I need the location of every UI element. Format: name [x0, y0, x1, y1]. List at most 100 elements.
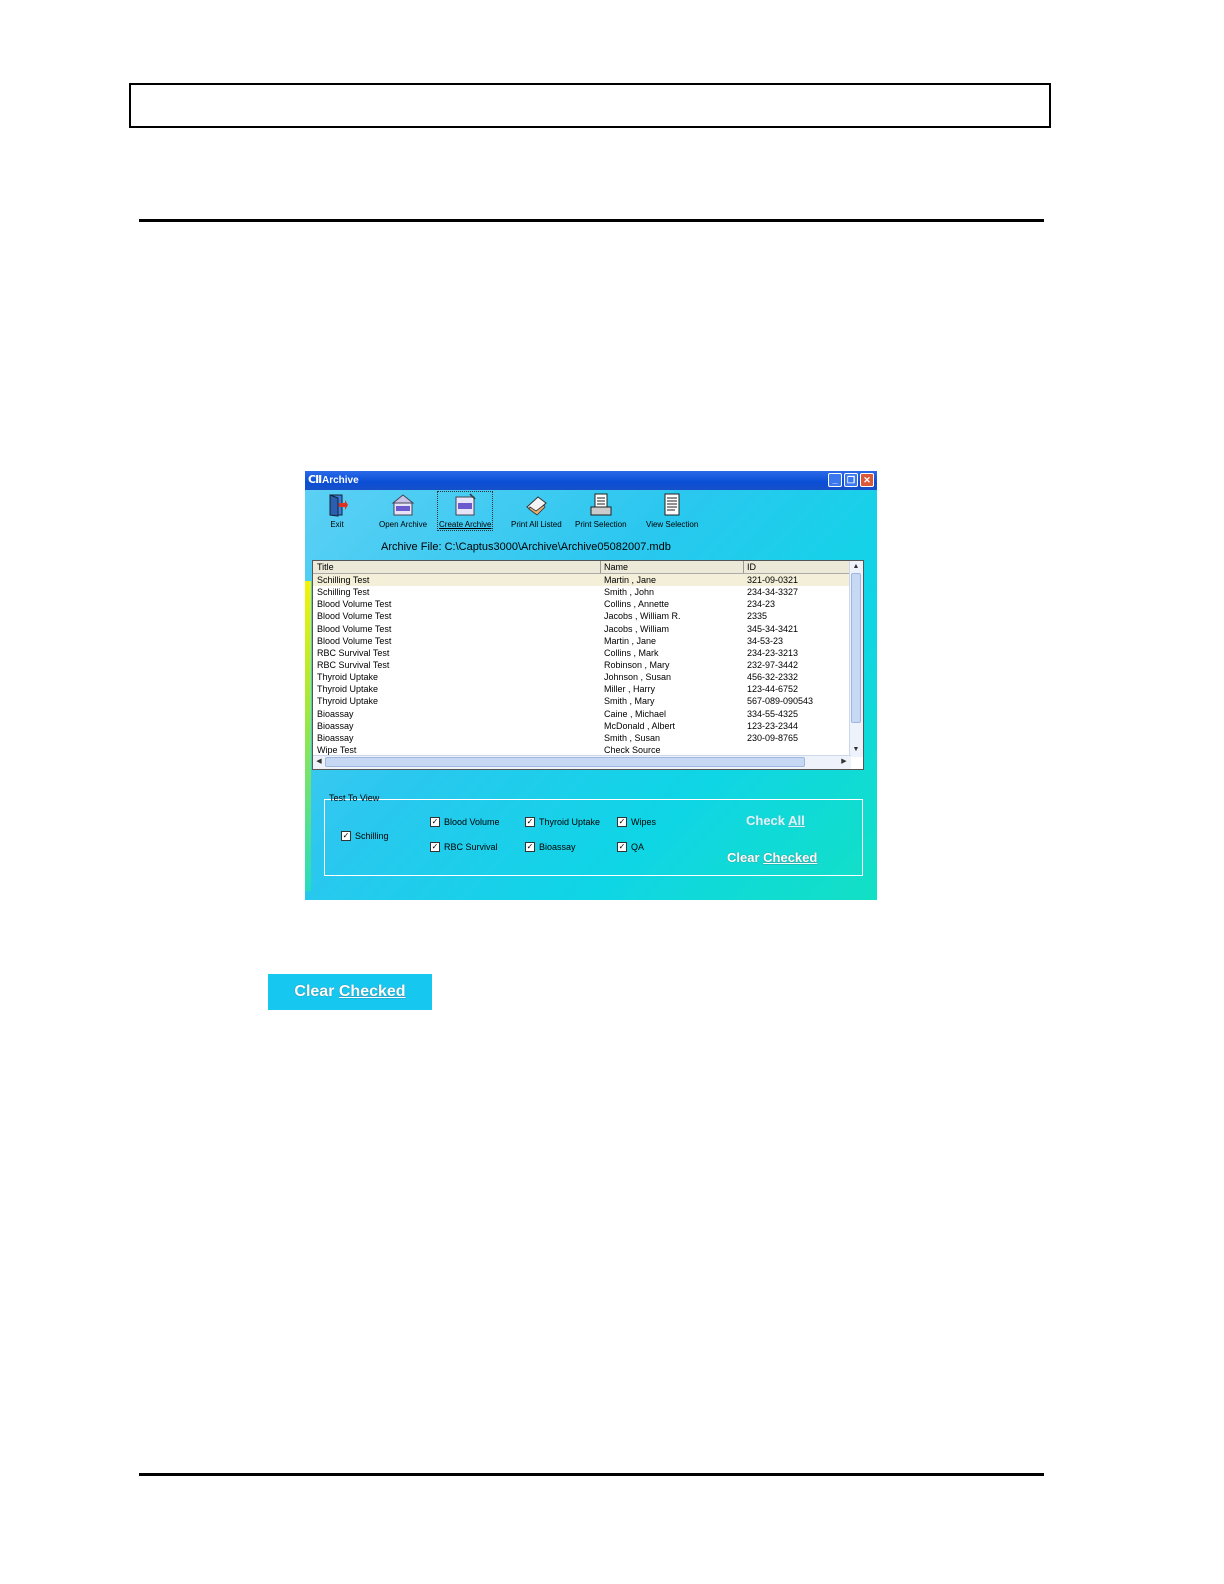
cell-title: Blood Volume Test	[317, 623, 392, 634]
cell-title: Thyroid Uptake	[317, 672, 379, 683]
check-all-label: Check	[746, 813, 789, 828]
cell-id: 345-34-3421	[747, 623, 799, 634]
table-row[interactable]: Bioassay Smith , Susan 230-09-8765	[313, 732, 851, 744]
open-archive-icon	[391, 494, 415, 516]
table-row[interactable]: Bioassay Caine , Michael 334-55-4325	[313, 708, 851, 720]
create-archive-label: Create Archive	[439, 520, 492, 529]
clear-checked-button-callout[interactable]: Clear Checked	[268, 974, 432, 1010]
minimize-button[interactable]: _	[828, 473, 842, 487]
cell-name: Robinson , Mary	[604, 659, 670, 670]
cell-name: McDonald , Albert	[604, 720, 676, 731]
cell-name: Martin , Jane	[604, 635, 657, 646]
print-all-listed-button[interactable]: Print All Listed	[511, 493, 562, 529]
exit-button[interactable]: Exit	[325, 493, 349, 529]
print-selection-button[interactable]: Print Selection	[575, 493, 627, 529]
scroll-left-icon[interactable]: ◀	[314, 757, 324, 767]
cell-name: Miller , Harry	[604, 684, 655, 695]
title-bar[interactable]: CII Archive _ ❐ ✕	[305, 471, 877, 490]
cell-name: Collins , Mark	[604, 647, 659, 658]
table-row[interactable]: RBC Survival Test Collins , Mark 234-23-32…	[313, 647, 851, 659]
footer-rule	[139, 1473, 1044, 1476]
table-row[interactable]: Blood Volume Test Collins , Annette 234-23	[313, 598, 851, 610]
checkbox-schilling[interactable]: ✓ Schilling	[341, 830, 389, 842]
table-row[interactable]: Bioassay McDonald , Albert 123-23-2344	[313, 720, 851, 732]
callout-label: Clear	[294, 983, 339, 1000]
checkbox-label: Blood Volume	[444, 817, 500, 827]
open-archive-button[interactable]: Open Archive	[379, 493, 427, 529]
table-row[interactable]: Blood Volume Test Jacobs , William R. 2335	[313, 610, 851, 622]
cell-id: 123-23-2344	[747, 720, 799, 731]
table-header: Title Name ID	[313, 561, 851, 574]
page-header-box	[129, 83, 1051, 128]
checkbox-check-icon: ✓	[525, 816, 535, 827]
column-header-title[interactable]: Title	[317, 562, 334, 572]
table-row[interactable]: Blood Volume Test Martin , Jane 34-53-23	[313, 635, 851, 647]
archive-window: CII Archive _ ❐ ✕ Exit Open Archive Crea…	[305, 471, 877, 900]
table-row[interactable]: Blood Volume Test Jacobs , William 345-34-…	[313, 623, 851, 635]
checkbox-label: Thyroid Uptake	[539, 817, 601, 827]
column-header-id[interactable]: ID	[747, 562, 756, 572]
print-selection-icon	[590, 493, 612, 516]
table-row[interactable]: Thyroid Uptake Smith , Mary 567-089-090543	[313, 695, 851, 707]
checkbox-blood-volume[interactable]: ✓ Blood Volume	[430, 816, 500, 828]
table-row[interactable]: Schilling Test Martin , Jane 321-09-0321	[313, 574, 851, 587]
checkbox-thyroid-uptake[interactable]: ✓ Thyroid Uptake	[525, 816, 601, 828]
print-all-icon	[526, 496, 548, 516]
checkbox-check-icon: ✓	[525, 841, 535, 852]
cell-name: Collins , Annette	[604, 599, 670, 610]
table-body: Schilling Test Martin , Jane 321-09-0321 S…	[313, 574, 851, 756]
vertical-scroll-thumb[interactable]	[851, 573, 861, 723]
table-row[interactable]: Thyroid Uptake Johnson , Susan 456-32-2332	[313, 671, 851, 683]
callout-accelerator: Checked	[338, 983, 406, 1000]
checkbox-qa[interactable]: ✓ QA	[617, 841, 645, 853]
cell-id: 123-44-6752	[747, 684, 799, 695]
table-row[interactable]: RBC Survival Test Robinson , Mary 232-97-3…	[313, 659, 851, 671]
cell-id: 234-23-3213	[747, 647, 799, 658]
cell-title: Bioassay	[317, 720, 354, 731]
checkbox-check-icon: ✓	[617, 841, 627, 852]
archive-table[interactable]: Title Name ID Schilling Test Martin , Jan…	[312, 560, 864, 770]
cell-id: 456-32-2332	[747, 672, 799, 683]
checkbox-check-icon: ✓	[430, 841, 440, 852]
horizontal-scroll-thumb[interactable]	[325, 757, 805, 767]
cell-name: Martin , Jane	[604, 575, 657, 585]
scroll-up-icon[interactable]: ▲	[851, 562, 861, 572]
scroll-right-icon[interactable]: ▶	[839, 757, 849, 767]
checkbox-rbc-survival[interactable]: ✓ RBC Survival	[430, 841, 498, 853]
exit-door-icon	[329, 494, 348, 517]
checkbox-label: RBC Survival	[444, 842, 498, 852]
horizontal-scrollbar[interactable]: ◀ ▶	[313, 755, 851, 769]
checkbox-wipes[interactable]: ✓ Wipes	[617, 816, 656, 828]
column-divider[interactable]	[743, 561, 744, 573]
scroll-down-icon[interactable]: ▼	[851, 745, 861, 755]
clear-checked-accelerator: Checked	[763, 850, 818, 865]
cell-name: Smith , John	[604, 587, 655, 598]
restore-button[interactable]: ❐	[844, 473, 858, 487]
print-all-listed-label: Print All Listed	[511, 520, 562, 529]
cell-id: 334-55-4325	[747, 708, 799, 719]
checkbox-check-icon: ✓	[430, 816, 440, 827]
check-all-button[interactable]: Check All	[746, 813, 805, 828]
table-row[interactable]: Thyroid Uptake Miller , Harry 123-44-6752	[313, 683, 851, 695]
cell-name: Jacobs , William R.	[604, 611, 681, 622]
cell-title: Blood Volume Test	[317, 611, 392, 622]
cell-id: 234-23	[747, 599, 776, 610]
column-divider[interactable]	[600, 561, 601, 573]
cell-name: Smith , Mary	[604, 696, 655, 707]
column-header-name[interactable]: Name	[604, 562, 628, 572]
checkbox-bioassay[interactable]: ✓ Bioassay	[525, 841, 576, 853]
close-button[interactable]: ✕	[860, 473, 874, 487]
checkbox-label: QA	[631, 842, 645, 852]
create-archive-button[interactable]: Create Archive	[436, 491, 494, 531]
clear-checked-button[interactable]: Clear Checked	[727, 850, 817, 865]
cell-id: 34-53-23	[747, 635, 784, 646]
view-selection-label: View Selection	[646, 520, 699, 529]
view-selection-button[interactable]: View Selection	[646, 493, 698, 529]
cell-title: Bioassay	[317, 708, 354, 719]
cell-title: RBC Survival Test	[317, 647, 390, 658]
checkbox-check-icon: ✓	[617, 816, 627, 827]
archive-file-path: Archive File: C:\Captus3000\Archive\Arch…	[381, 541, 671, 553]
header-rule	[139, 219, 1044, 222]
vertical-scrollbar[interactable]: ▲ ▼	[849, 561, 863, 757]
table-row[interactable]: Schilling Test Smith , John 234-34-3327	[313, 586, 851, 598]
